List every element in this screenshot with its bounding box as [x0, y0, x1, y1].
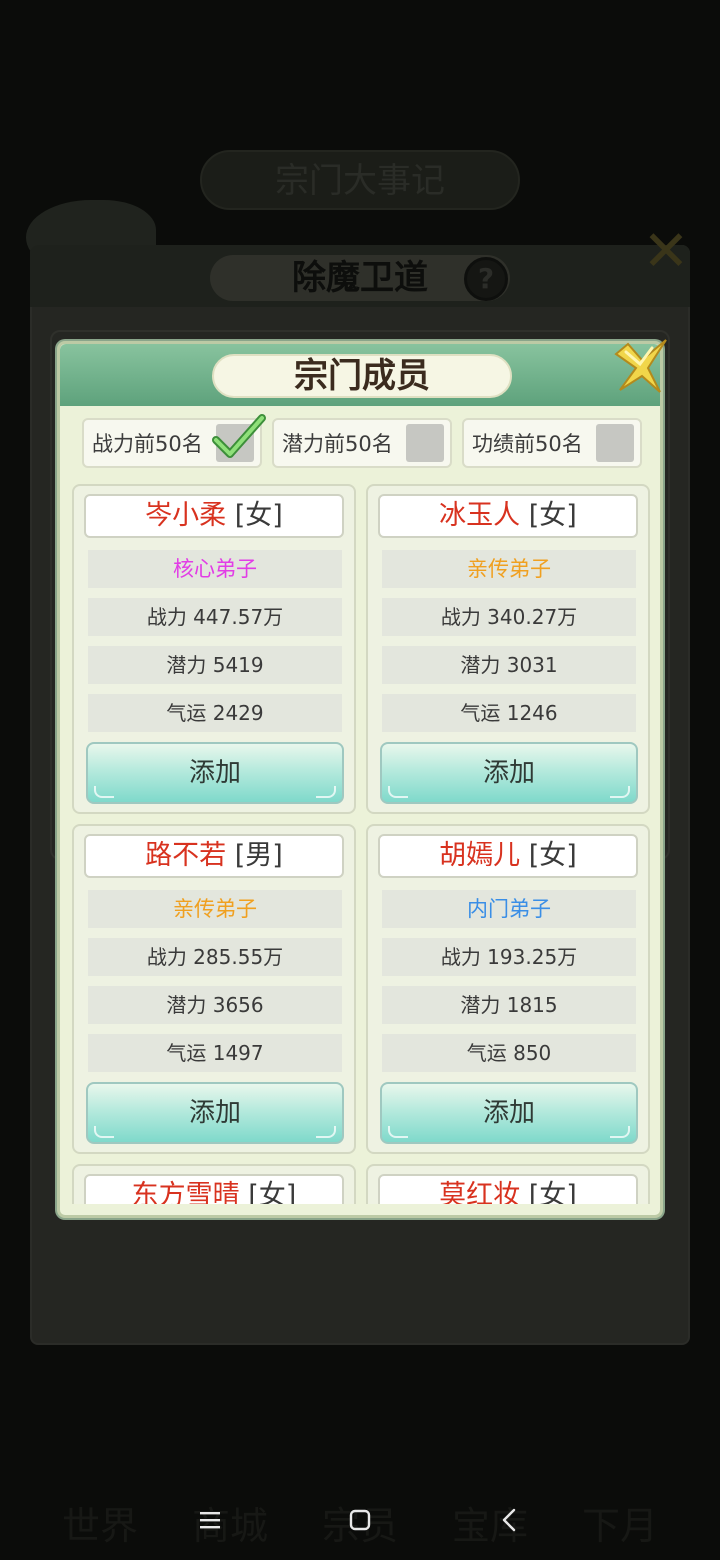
member-gender: [女] — [528, 840, 577, 871]
member-name: 胡嫣儿 — [439, 840, 521, 871]
filter-row: 战力前50名 潜力前50名 功绩前50名 — [82, 414, 642, 472]
member-name: 岑小柔 — [145, 500, 227, 531]
member-card: 岑小柔 [女] 核心弟子 战力 447.57万 潜力 5419 气运 2429 … — [72, 484, 356, 814]
member-gender: [男] — [234, 840, 283, 871]
member-name: 冰玉人 — [439, 500, 521, 531]
filter-potential-top50[interactable]: 潜力前50名 — [272, 418, 452, 468]
member-name: 莫红妆 — [439, 1180, 521, 1204]
member-potential: 潜力 3031 — [382, 646, 636, 684]
member-gender: [女] — [234, 500, 283, 531]
member-luck: 气运 1246 — [382, 694, 636, 732]
member-name-box: 东方雪晴 [女] — [84, 1174, 344, 1204]
filter-label: 战力前50名 — [92, 432, 203, 456]
checkbox-unchecked[interactable] — [596, 424, 634, 462]
member-card: 东方雪晴 [女] — [72, 1164, 356, 1204]
member-card: 莫红妆 [女] — [366, 1164, 650, 1204]
member-name: 东方雪晴 — [131, 1180, 240, 1204]
checkmark-icon — [212, 414, 266, 458]
back-button[interactable] — [490, 1500, 530, 1540]
close-x-icon — [614, 339, 667, 393]
member-card: 冰玉人 [女] 亲传弟子 战力 340.27万 潜力 3031 气运 1246 … — [366, 484, 650, 814]
home-square-icon — [349, 1509, 371, 1531]
member-potential: 潜力 3656 — [88, 986, 342, 1024]
member-card: 胡嫣儿 [女] 内门弟子 战力 193.25万 潜力 1815 气运 850 添… — [366, 824, 650, 1154]
dialog-title: 宗门成员 — [212, 354, 512, 398]
member-name-box: 岑小柔 [女] — [84, 494, 344, 538]
back-chevron-icon — [502, 1508, 516, 1532]
member-power: 战力 340.27万 — [382, 598, 636, 636]
checkbox-unchecked[interactable] — [406, 424, 444, 462]
filter-label: 潜力前50名 — [282, 432, 393, 456]
member-power: 战力 285.55万 — [88, 938, 342, 976]
member-gender: [女] — [528, 500, 577, 531]
member-list[interactable]: 岑小柔 [女] 核心弟子 战力 447.57万 潜力 5419 气运 2429 … — [72, 484, 652, 1204]
system-nav-bar — [0, 1480, 720, 1560]
member-gender: [女] — [528, 1180, 577, 1204]
bg-help-icon: ? — [464, 257, 508, 301]
member-power: 战力 193.25万 — [382, 938, 636, 976]
member-card: 路不若 [男] 亲传弟子 战力 285.55万 潜力 3656 气运 1497 … — [72, 824, 356, 1154]
checkbox-checked[interactable] — [212, 414, 266, 462]
close-button[interactable] — [608, 334, 672, 398]
member-name-box: 冰玉人 [女] — [378, 494, 638, 538]
member-name-box: 路不若 [男] — [84, 834, 344, 878]
member-name-box: 莫红妆 [女] — [378, 1174, 638, 1204]
member-potential: 潜力 5419 — [88, 646, 342, 684]
home-button[interactable] — [340, 1500, 380, 1540]
bg-page-title: 宗门大事记 — [200, 150, 520, 210]
member-gender: [女] — [248, 1180, 297, 1204]
add-member-button[interactable]: 添加 — [86, 742, 344, 804]
filter-label: 功绩前50名 — [472, 432, 583, 456]
member-rank: 核心弟子 — [88, 550, 342, 588]
member-rank: 内门弟子 — [382, 890, 636, 928]
member-luck: 气运 2429 — [88, 694, 342, 732]
add-member-button[interactable]: 添加 — [380, 742, 638, 804]
menu-button[interactable] — [190, 1500, 230, 1540]
member-power: 战力 447.57万 — [88, 598, 342, 636]
member-luck: 气运 1497 — [88, 1034, 342, 1072]
member-name: 路不若 — [145, 840, 227, 871]
member-rank: 亲传弟子 — [88, 890, 342, 928]
member-luck: 气运 850 — [382, 1034, 636, 1072]
menu-icon — [200, 1512, 220, 1529]
filter-power-top50[interactable]: 战力前50名 — [82, 414, 266, 468]
member-dialog: 宗门成员 战力前50名 潜力前50名 功绩前50名 岑小柔 [女] 核心弟子 战… — [57, 339, 667, 1218]
bg-close-icon: ✕ — [642, 219, 690, 284]
add-member-button[interactable]: 添加 — [380, 1082, 638, 1144]
member-name-box: 胡嫣儿 [女] — [378, 834, 638, 878]
member-rank: 亲传弟子 — [382, 550, 636, 588]
add-member-button[interactable]: 添加 — [86, 1082, 344, 1144]
member-potential: 潜力 1815 — [382, 986, 636, 1024]
filter-merit-top50[interactable]: 功绩前50名 — [462, 418, 642, 468]
